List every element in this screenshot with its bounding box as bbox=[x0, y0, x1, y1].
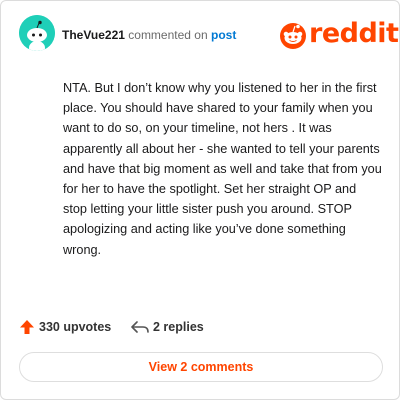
avatar[interactable] bbox=[19, 15, 55, 51]
comment-card: TheVue221 commented on post reddit NTA. … bbox=[0, 0, 400, 400]
snoo-avatar-icon bbox=[19, 15, 55, 51]
post-link[interactable]: post bbox=[211, 28, 236, 42]
comment-header: TheVue221 commented on post reddit bbox=[19, 15, 399, 55]
reply-count[interactable]: 2 replies bbox=[153, 320, 204, 334]
reddit-logo[interactable]: reddit bbox=[279, 18, 399, 50]
comment-meta: TheVue221 commented on post bbox=[62, 28, 236, 42]
comment-actions: 330 upvotes 2 replies bbox=[19, 317, 319, 337]
username-link[interactable]: TheVue221 bbox=[62, 28, 125, 42]
upvote-count: 330 upvotes bbox=[39, 320, 112, 334]
action-text: commented on bbox=[128, 28, 208, 42]
comment-body: NTA. But I don’t know why you listened t… bbox=[63, 81, 382, 257]
reddit-wordmark: reddit bbox=[309, 18, 399, 49]
view-comments-button[interactable]: View 2 comments bbox=[19, 352, 383, 382]
upvote-arrow-icon[interactable] bbox=[19, 319, 35, 335]
reply-arrow-icon[interactable] bbox=[131, 320, 149, 334]
reddit-alien-icon bbox=[280, 23, 306, 49]
